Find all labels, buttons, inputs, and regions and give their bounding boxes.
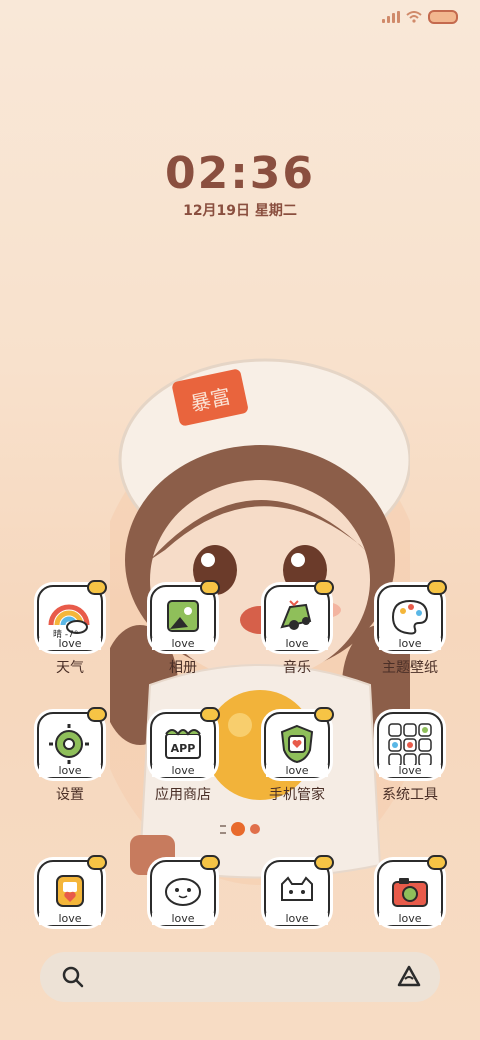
app-store-text: APP	[171, 742, 196, 755]
love-label: love	[379, 765, 441, 777]
bubble-icon	[427, 580, 447, 595]
themes-icon: love	[377, 580, 447, 651]
app-gallery[interactable]: love 相册	[128, 580, 238, 677]
app-label: 设置	[56, 787, 84, 803]
bubble-icon	[87, 707, 107, 722]
settings-icon: love	[37, 707, 107, 778]
bubble-icon	[87, 580, 107, 595]
love-label: love	[379, 638, 441, 650]
app-themes[interactable]: love 主题壁纸	[355, 580, 465, 677]
love-label: love	[152, 765, 214, 777]
love-label: love	[266, 638, 328, 650]
love-label: love	[152, 638, 214, 650]
messages-icon: love	[150, 855, 220, 926]
app-store[interactable]: APP love 应用商店	[128, 707, 238, 804]
dock-messages[interactable]: love	[128, 855, 238, 926]
app-system-tools[interactable]: love 系统工具	[355, 712, 465, 804]
bubble-icon	[200, 580, 220, 595]
bubble-icon	[200, 855, 220, 870]
phone-icon: love	[37, 855, 107, 926]
app-security[interactable]: love 手机管家	[242, 707, 352, 804]
security-icon: love	[264, 707, 334, 778]
app-music[interactable]: love 音乐	[242, 580, 352, 677]
assistant-icon[interactable]	[396, 964, 422, 990]
bubble-icon	[314, 855, 334, 870]
love-label: love	[152, 913, 214, 925]
love-label: love	[266, 765, 328, 777]
page-dot-current	[231, 822, 245, 836]
bubble-icon	[314, 580, 334, 595]
love-label: love	[39, 638, 101, 650]
page-indicator[interactable]	[0, 822, 480, 836]
dock-phone[interactable]: love	[15, 855, 125, 926]
love-label: love	[39, 765, 101, 777]
wifi-icon	[406, 11, 422, 23]
music-icon: love	[264, 580, 334, 651]
page-dot	[250, 824, 260, 834]
app-label: 天气	[56, 660, 84, 676]
app-label: 应用商店	[155, 787, 211, 803]
app-label: 相册	[169, 660, 197, 676]
dock-camera[interactable]: love	[355, 855, 465, 926]
gallery-icon: love	[150, 580, 220, 651]
camera-icon: love	[377, 855, 447, 926]
app-label: 系统工具	[382, 787, 438, 803]
search-icon[interactable]	[62, 966, 84, 988]
page-dot-list	[220, 824, 226, 834]
app-settings[interactable]: love 设置	[15, 707, 125, 804]
bubble-icon	[87, 855, 107, 870]
search-bar[interactable]	[40, 952, 440, 1002]
bubble-icon	[200, 707, 220, 722]
browser-icon: love	[264, 855, 334, 926]
status-bar	[382, 10, 458, 24]
signal-icon	[382, 11, 400, 23]
bubble-icon	[314, 707, 334, 722]
app-store-icon: APP love	[150, 707, 220, 778]
love-label: love	[39, 913, 101, 925]
clock-date: 12月19日 星期二	[183, 203, 297, 219]
system-tools-folder-icon: love	[377, 712, 443, 778]
love-label: love	[266, 913, 328, 925]
dock-browser[interactable]: love	[242, 855, 352, 926]
love-label: love	[379, 913, 441, 925]
weather-icon: 晴 -7° love	[37, 580, 107, 651]
bubble-icon	[427, 855, 447, 870]
clock-time[interactable]: 02:36	[0, 148, 480, 199]
app-label: 主题壁纸	[382, 660, 438, 676]
app-weather[interactable]: 晴 -7° love 天气	[15, 580, 125, 677]
app-label: 音乐	[283, 660, 311, 676]
app-label: 手机管家	[269, 787, 325, 803]
battery-icon	[428, 10, 458, 24]
